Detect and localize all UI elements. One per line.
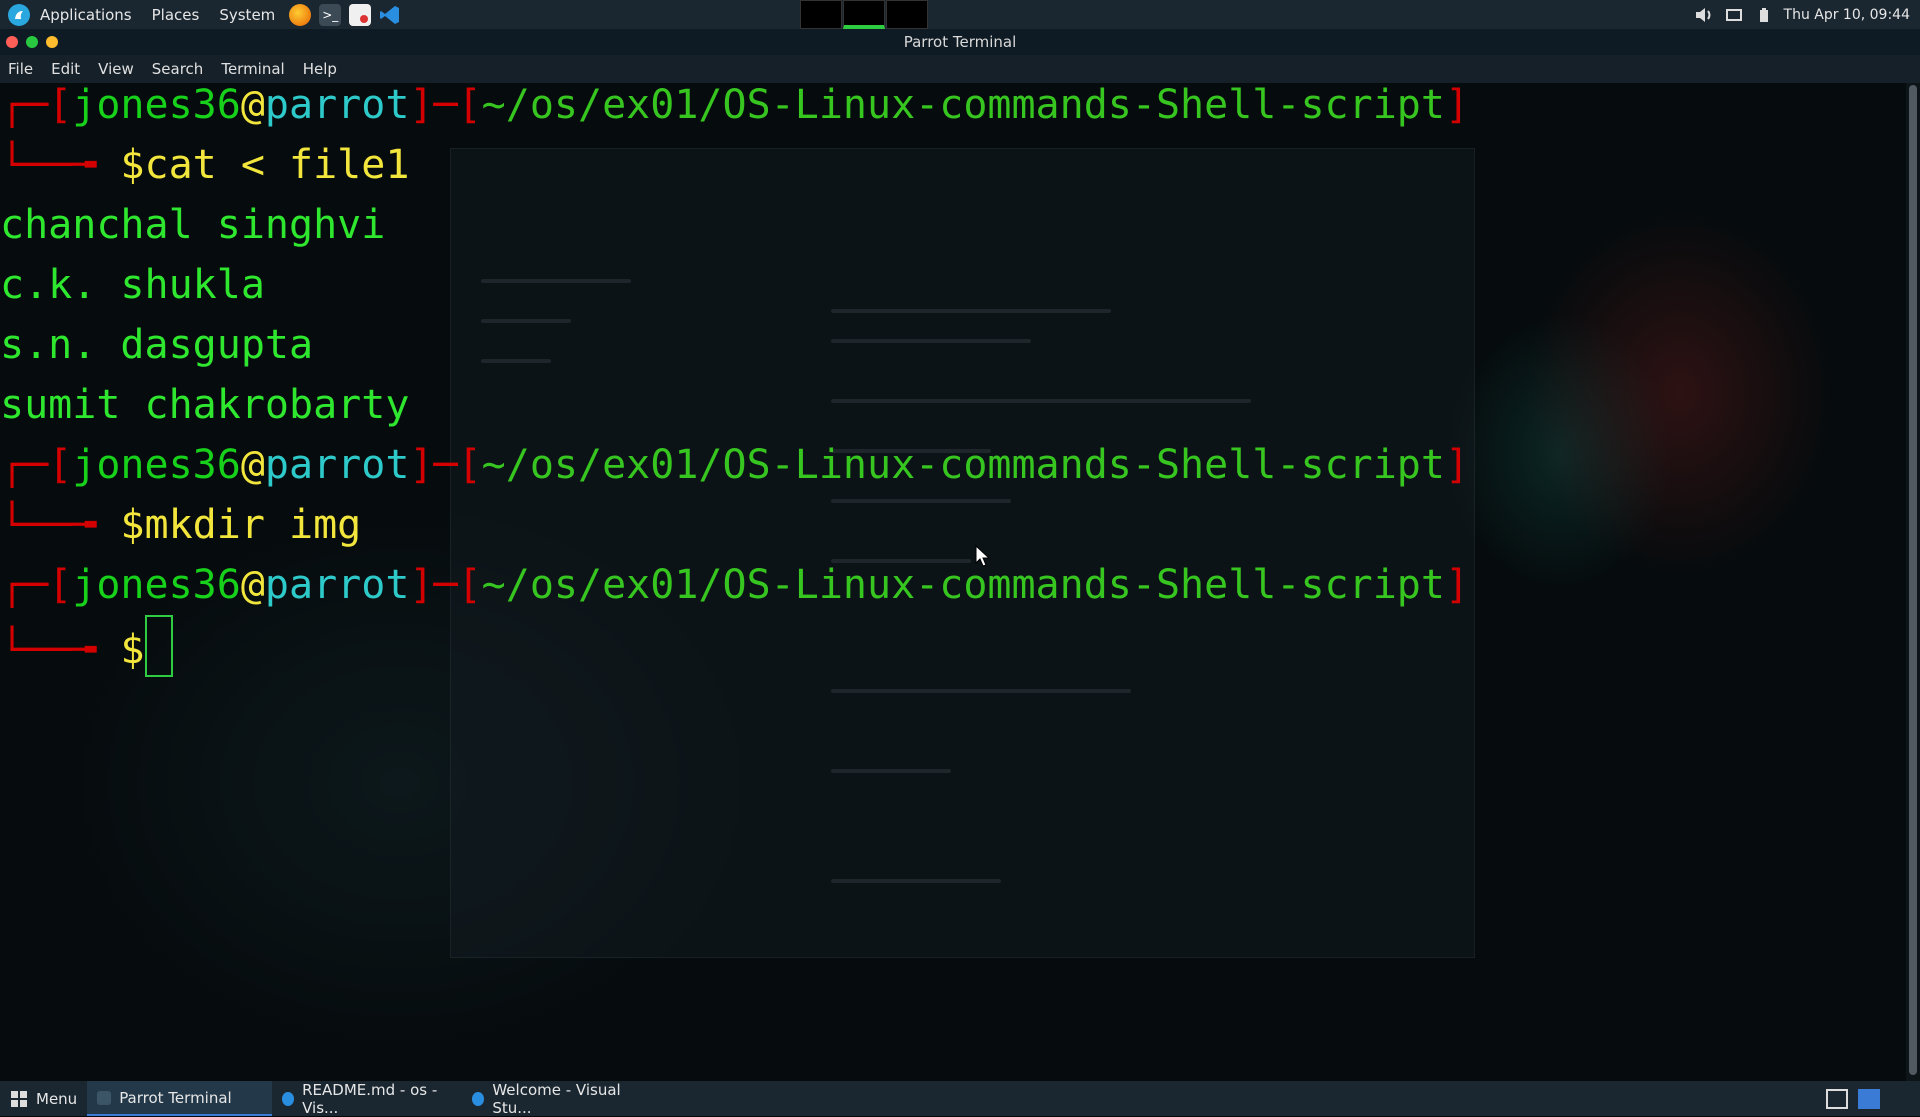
top-panel: Applications Places System >_ Thu Apr 10… bbox=[0, 0, 1920, 29]
grid-icon bbox=[11, 1090, 27, 1107]
prompt-host: parrot bbox=[264, 442, 410, 488]
output-line: chanchal singhvi bbox=[0, 202, 386, 248]
prompt-host: parrot bbox=[264, 562, 410, 608]
battery-icon[interactable] bbox=[1754, 6, 1774, 24]
system-tray: Thu Apr 10, 09:44 bbox=[1694, 0, 1920, 29]
window-title: Parrot Terminal bbox=[903, 33, 1017, 51]
text-cursor bbox=[144, 615, 173, 677]
mouse-pointer-icon bbox=[975, 545, 991, 567]
firefox-icon[interactable] bbox=[289, 3, 312, 26]
menu-terminal[interactable]: Terminal bbox=[221, 60, 284, 78]
terminal-icon[interactable]: >_ bbox=[319, 3, 342, 26]
prompt-line: ┌─[jones36@parrot]─[~/os/ex01/OS-Linux-c… bbox=[0, 562, 1470, 608]
menu-label: Menu bbox=[36, 1089, 78, 1108]
system-menu[interactable]: System bbox=[209, 0, 285, 29]
menu-view[interactable]: View bbox=[98, 60, 134, 78]
parrot-logo-icon[interactable] bbox=[8, 3, 30, 26]
terminal-scrollbar[interactable] bbox=[1906, 83, 1920, 1081]
places-menu[interactable]: Places bbox=[142, 0, 210, 29]
task-label: Welcome - Visual Stu... bbox=[492, 1080, 621, 1117]
prompt-host: parrot bbox=[264, 83, 410, 128]
prompt-line: ┌─[jones36@parrot]─[~/os/ex01/OS-Linux-c… bbox=[0, 83, 1470, 128]
vscode-icon bbox=[282, 1091, 295, 1106]
volume-icon[interactable] bbox=[1694, 6, 1714, 24]
text-editor-icon[interactable] bbox=[349, 3, 372, 26]
applications-menu[interactable]: Applications bbox=[30, 0, 142, 29]
workspace-3[interactable] bbox=[886, 0, 928, 29]
command-line: └──╼ $ bbox=[0, 615, 173, 680]
workspace-switcher bbox=[800, 0, 929, 29]
scrollbar-thumb[interactable] bbox=[1909, 85, 1917, 1075]
prompt-line: ┌─[jones36@parrot]─[~/os/ex01/OS-Linux-c… bbox=[0, 442, 1470, 488]
display-icon[interactable] bbox=[1724, 6, 1744, 24]
terminal-menubar: File Edit View Search Terminal Help bbox=[0, 55, 1920, 83]
command-text: cat < file1 bbox=[144, 142, 410, 188]
command-line: └──╼ $cat < file1 bbox=[0, 142, 410, 188]
output-line: sumit chakrobarty bbox=[0, 382, 410, 428]
background-vscode-ghost bbox=[450, 148, 1475, 958]
workspace-1[interactable] bbox=[800, 0, 842, 29]
vscode-icon[interactable] bbox=[379, 4, 401, 26]
workspace-indicator-icon[interactable] bbox=[1858, 1089, 1880, 1109]
menu-search[interactable]: Search bbox=[152, 60, 204, 78]
command-line: └──╼ $mkdir img bbox=[0, 502, 362, 548]
clock[interactable]: Thu Apr 10, 09:44 bbox=[1784, 7, 1910, 23]
prompt-user: jones36 bbox=[72, 83, 241, 128]
output-line: c.k. shukla bbox=[0, 262, 265, 308]
task-welcome-vscode[interactable]: Welcome - Visual Stu... bbox=[462, 1080, 652, 1117]
prompt-path: ~/os/ex01/OS-Linux-commands-Shell-script bbox=[481, 442, 1445, 488]
workspace-2[interactable] bbox=[843, 0, 885, 29]
task-readme-vscode[interactable]: README.md - os - Vis... bbox=[272, 1080, 462, 1117]
task-label: Parrot Terminal bbox=[119, 1088, 232, 1107]
show-desktop-icon[interactable] bbox=[1826, 1089, 1848, 1109]
command-text: mkdir img bbox=[144, 502, 362, 548]
menu-button[interactable]: Menu bbox=[0, 1081, 87, 1116]
menu-edit[interactable]: Edit bbox=[51, 60, 80, 78]
menu-file[interactable]: File bbox=[8, 60, 33, 78]
prompt-user: jones36 bbox=[72, 562, 241, 608]
task-label: README.md - os - Vis... bbox=[302, 1080, 438, 1117]
menu-help[interactable]: Help bbox=[303, 60, 337, 78]
terminal-icon bbox=[97, 1090, 112, 1105]
bottom-panel: Menu Parrot Terminal README.md - os - Vi… bbox=[0, 1080, 1920, 1117]
prompt-user: jones36 bbox=[72, 442, 241, 488]
prompt-path: ~/os/ex01/OS-Linux-commands-Shell-script bbox=[481, 562, 1445, 608]
prompt-path: ~/os/ex01/OS-Linux-commands-Shell-script bbox=[481, 83, 1445, 128]
terminal-area[interactable]: ┌─[jones36@parrot]─[~/os/ex01/OS-Linux-c… bbox=[0, 83, 1906, 1081]
vscode-icon bbox=[472, 1091, 485, 1106]
task-parrot-terminal[interactable]: Parrot Terminal bbox=[87, 1081, 273, 1116]
window-titlebar[interactable]: Parrot Terminal bbox=[0, 29, 1920, 55]
output-line: s.n. dasgupta bbox=[0, 322, 314, 368]
